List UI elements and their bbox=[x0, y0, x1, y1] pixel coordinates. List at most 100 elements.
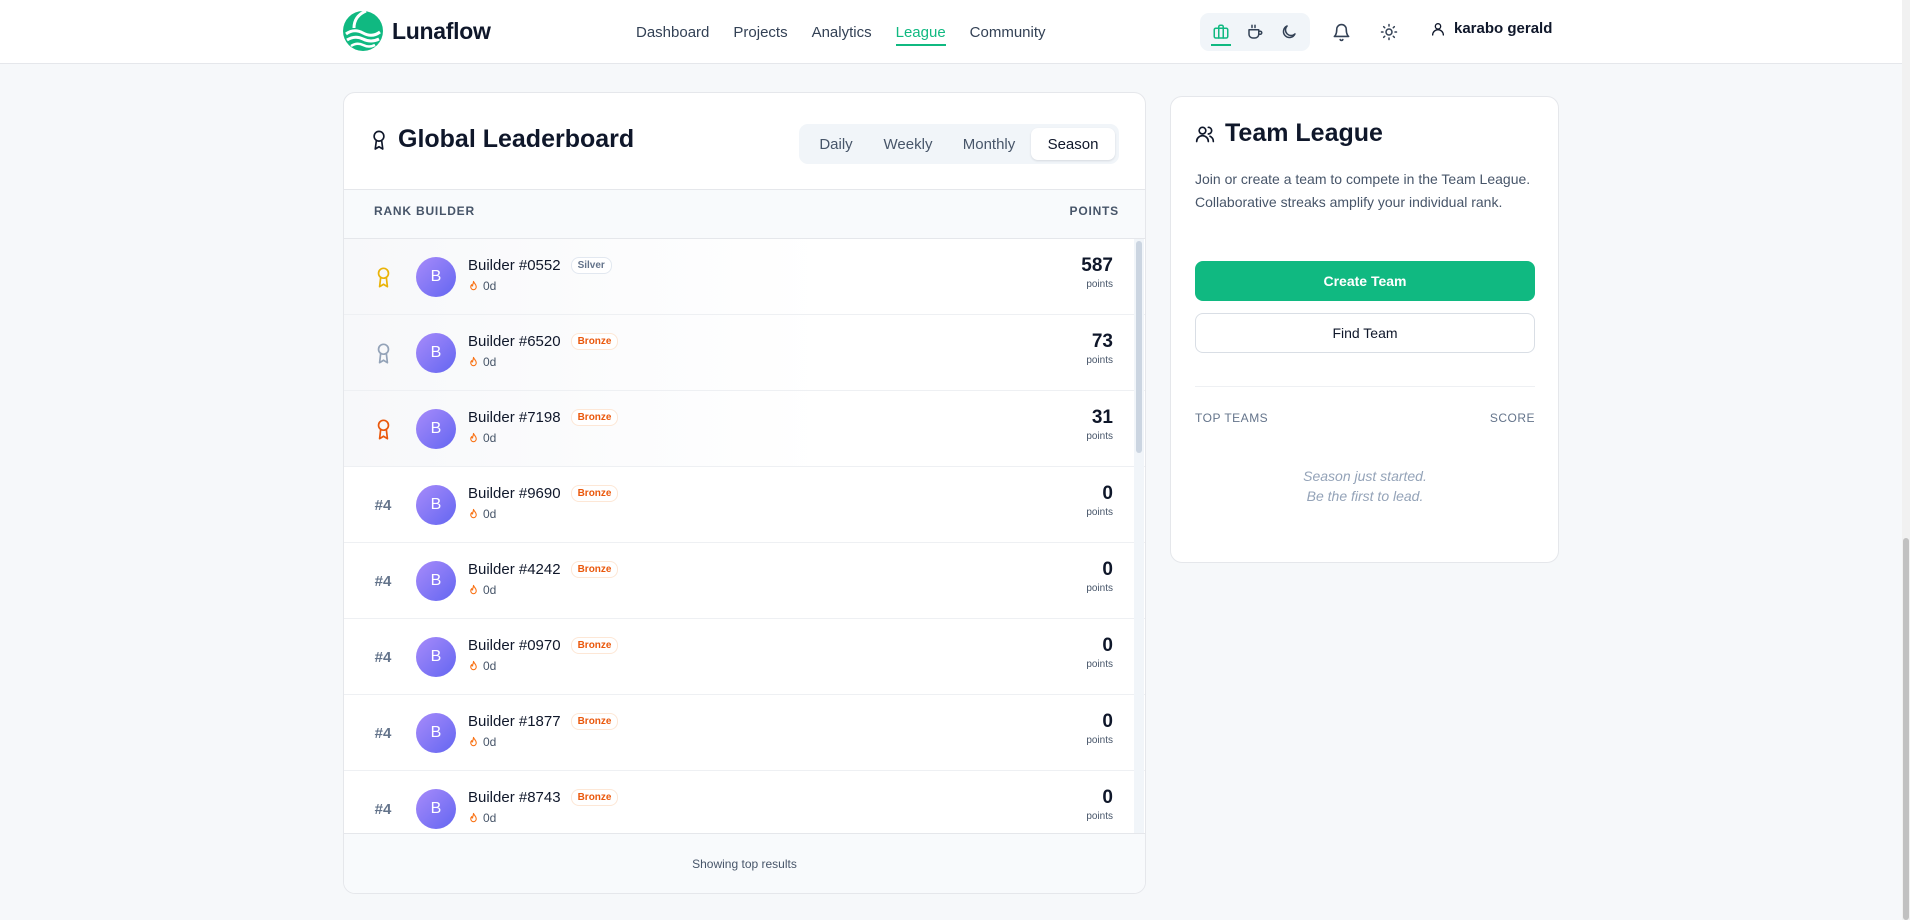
leaderboard-column-headers: RANK BUILDER POINTS bbox=[344, 189, 1145, 239]
mode-work-button[interactable] bbox=[1205, 17, 1237, 47]
user-menu[interactable]: karabo gerald bbox=[1430, 20, 1552, 37]
nav-community[interactable]: Community bbox=[970, 0, 1046, 64]
score-label: SCORE bbox=[1489, 411, 1535, 425]
points-label: points bbox=[1086, 659, 1113, 670]
tier-badge: Bronze bbox=[570, 637, 619, 654]
builder-name[interactable]: Builder #8743 bbox=[468, 789, 561, 806]
builder-name[interactable]: Builder #9690 bbox=[468, 485, 561, 502]
leaderboard-list[interactable]: B Builder #0552 Silver 0d 587 points B B… bbox=[344, 239, 1145, 839]
points-value: 587 bbox=[1081, 255, 1113, 276]
streak-days: 0d bbox=[483, 279, 497, 293]
flame-icon bbox=[470, 584, 477, 595]
nav-league[interactable]: League bbox=[895, 0, 946, 64]
builder-name[interactable]: Builder #7198 bbox=[468, 409, 561, 426]
award-icon bbox=[373, 130, 385, 150]
builder-name[interactable]: Builder #6520 bbox=[468, 333, 561, 350]
leaderboard-row[interactable]: #4 B Builder #1877 Bronze 0d 0 points bbox=[344, 695, 1145, 771]
rank-number: #4 bbox=[374, 800, 392, 818]
empty-state-line: Be the first to lead. bbox=[1306, 488, 1424, 504]
period-season-tab[interactable]: Season bbox=[1031, 128, 1115, 160]
leaderboard-row[interactable]: #4 B Builder #4242 Bronze 0d 0 points bbox=[344, 543, 1145, 619]
leaderboard-row[interactable]: #4 B Builder #9690 Bronze 0d 0 points bbox=[344, 467, 1145, 543]
flame-icon bbox=[470, 432, 477, 443]
nav-dashboard[interactable]: Dashboard bbox=[636, 0, 709, 64]
leaderboard-row[interactable]: #4 B Builder #8743 Bronze 0d 0 points bbox=[344, 771, 1145, 839]
points-cell: 0 points bbox=[1086, 483, 1113, 518]
brand-logo[interactable]: Lunaflow bbox=[342, 10, 491, 52]
column-points: POINTS bbox=[1069, 204, 1119, 218]
gold-medal-icon bbox=[377, 266, 389, 288]
tier-badge: Silver bbox=[570, 257, 612, 274]
period-daily-tab[interactable]: Daily bbox=[803, 128, 869, 160]
avatar: B bbox=[416, 561, 456, 601]
rank-number: #4 bbox=[374, 572, 392, 590]
streak-days: 0d bbox=[483, 735, 497, 749]
page-scroll-thumb[interactable] bbox=[1903, 538, 1909, 920]
leaderboard-title-text: Global Leaderboard bbox=[398, 125, 635, 153]
avatar: B bbox=[416, 485, 456, 525]
moon-icon bbox=[1282, 25, 1296, 39]
sun-icon bbox=[1380, 23, 1398, 41]
streak-days: 0d bbox=[483, 583, 497, 597]
tier-badge: Bronze bbox=[570, 333, 619, 350]
leaderboard-row[interactable]: B Builder #7198 Bronze 0d 31 points bbox=[344, 391, 1145, 467]
points-label: points bbox=[1086, 355, 1113, 366]
page-scrollbar[interactable] bbox=[1902, 0, 1910, 920]
global-leaderboard-card: Global Leaderboard Daily Weekly Monthly … bbox=[343, 92, 1146, 894]
flame-icon bbox=[470, 356, 477, 367]
period-monthly-tab[interactable]: Monthly bbox=[947, 128, 1031, 160]
streak-days: 0d bbox=[483, 355, 497, 369]
leaderboard-row[interactable]: B Builder #0552 Silver 0d 587 points bbox=[344, 239, 1145, 315]
leaderboard-row[interactable]: B Builder #6520 Bronze 0d 73 points bbox=[344, 315, 1145, 391]
leaderboard-scrollbar[interactable] bbox=[1134, 239, 1144, 839]
find-team-button[interactable]: Find Team bbox=[1195, 313, 1535, 353]
leaderboard-scroll-thumb[interactable] bbox=[1136, 241, 1142, 453]
leaderboard-header: Global Leaderboard Daily Weekly Monthly … bbox=[344, 93, 1145, 189]
silver-medal-icon bbox=[377, 342, 389, 364]
points-label: points bbox=[1086, 583, 1113, 594]
streak: 0d bbox=[468, 659, 496, 673]
points-cell: 587 points bbox=[1081, 255, 1113, 290]
flame-icon bbox=[470, 508, 477, 519]
avatar: B bbox=[416, 713, 456, 753]
rank-number: #4 bbox=[374, 496, 392, 514]
builder-name-group: Builder #1877 Bronze bbox=[468, 713, 619, 730]
team-league-title: Team League bbox=[1195, 119, 1383, 148]
mode-night-button[interactable] bbox=[1273, 17, 1305, 47]
notifications-button[interactable] bbox=[1329, 20, 1353, 44]
points-label: points bbox=[1086, 735, 1113, 746]
mode-break-button[interactable] bbox=[1239, 17, 1271, 47]
streak-days: 0d bbox=[483, 659, 497, 673]
brand-name: Lunaflow bbox=[392, 17, 491, 44]
main-nav: Dashboard Projects Analytics League Comm… bbox=[636, 0, 1046, 64]
theme-toggle-button[interactable] bbox=[1377, 20, 1401, 44]
builder-name-group: Builder #7198 Bronze bbox=[468, 409, 619, 426]
builder-name[interactable]: Builder #4242 bbox=[468, 561, 561, 578]
user-name: karabo gerald bbox=[1454, 20, 1553, 37]
builder-name[interactable]: Builder #0552 bbox=[468, 257, 561, 274]
briefcase-icon bbox=[1213, 24, 1229, 39]
empty-state-line: Season just started. bbox=[1303, 468, 1427, 484]
team-league-description: Join or create a team to compete in the … bbox=[1195, 171, 1531, 210]
avatar: B bbox=[416, 789, 456, 829]
avatar: B bbox=[416, 257, 456, 297]
leaderboard-row[interactable]: #4 B Builder #0970 Bronze 0d 0 points bbox=[344, 619, 1145, 695]
leaderboard-footer: Showing top results bbox=[344, 833, 1145, 893]
nav-analytics[interactable]: Analytics bbox=[812, 0, 872, 64]
column-builder: BUILDER bbox=[416, 204, 475, 218]
avatar: B bbox=[416, 637, 456, 677]
streak: 0d bbox=[468, 811, 496, 825]
builder-name-group: Builder #0552 Silver bbox=[468, 257, 612, 274]
points-cell: 73 points bbox=[1086, 331, 1113, 366]
builder-name-group: Builder #0970 Bronze bbox=[468, 637, 619, 654]
nav-projects[interactable]: Projects bbox=[733, 0, 787, 64]
rank-cell bbox=[362, 239, 404, 315]
points-value: 0 bbox=[1102, 483, 1113, 504]
builder-name[interactable]: Builder #0970 bbox=[468, 637, 561, 654]
create-team-button[interactable]: Create Team bbox=[1195, 261, 1535, 301]
builder-name[interactable]: Builder #1877 bbox=[468, 713, 561, 730]
tier-badge: Bronze bbox=[570, 561, 619, 578]
points-value: 0 bbox=[1102, 635, 1113, 656]
period-weekly-tab[interactable]: Weekly bbox=[869, 128, 947, 160]
builder-name-group: Builder #4242 Bronze bbox=[468, 561, 619, 578]
